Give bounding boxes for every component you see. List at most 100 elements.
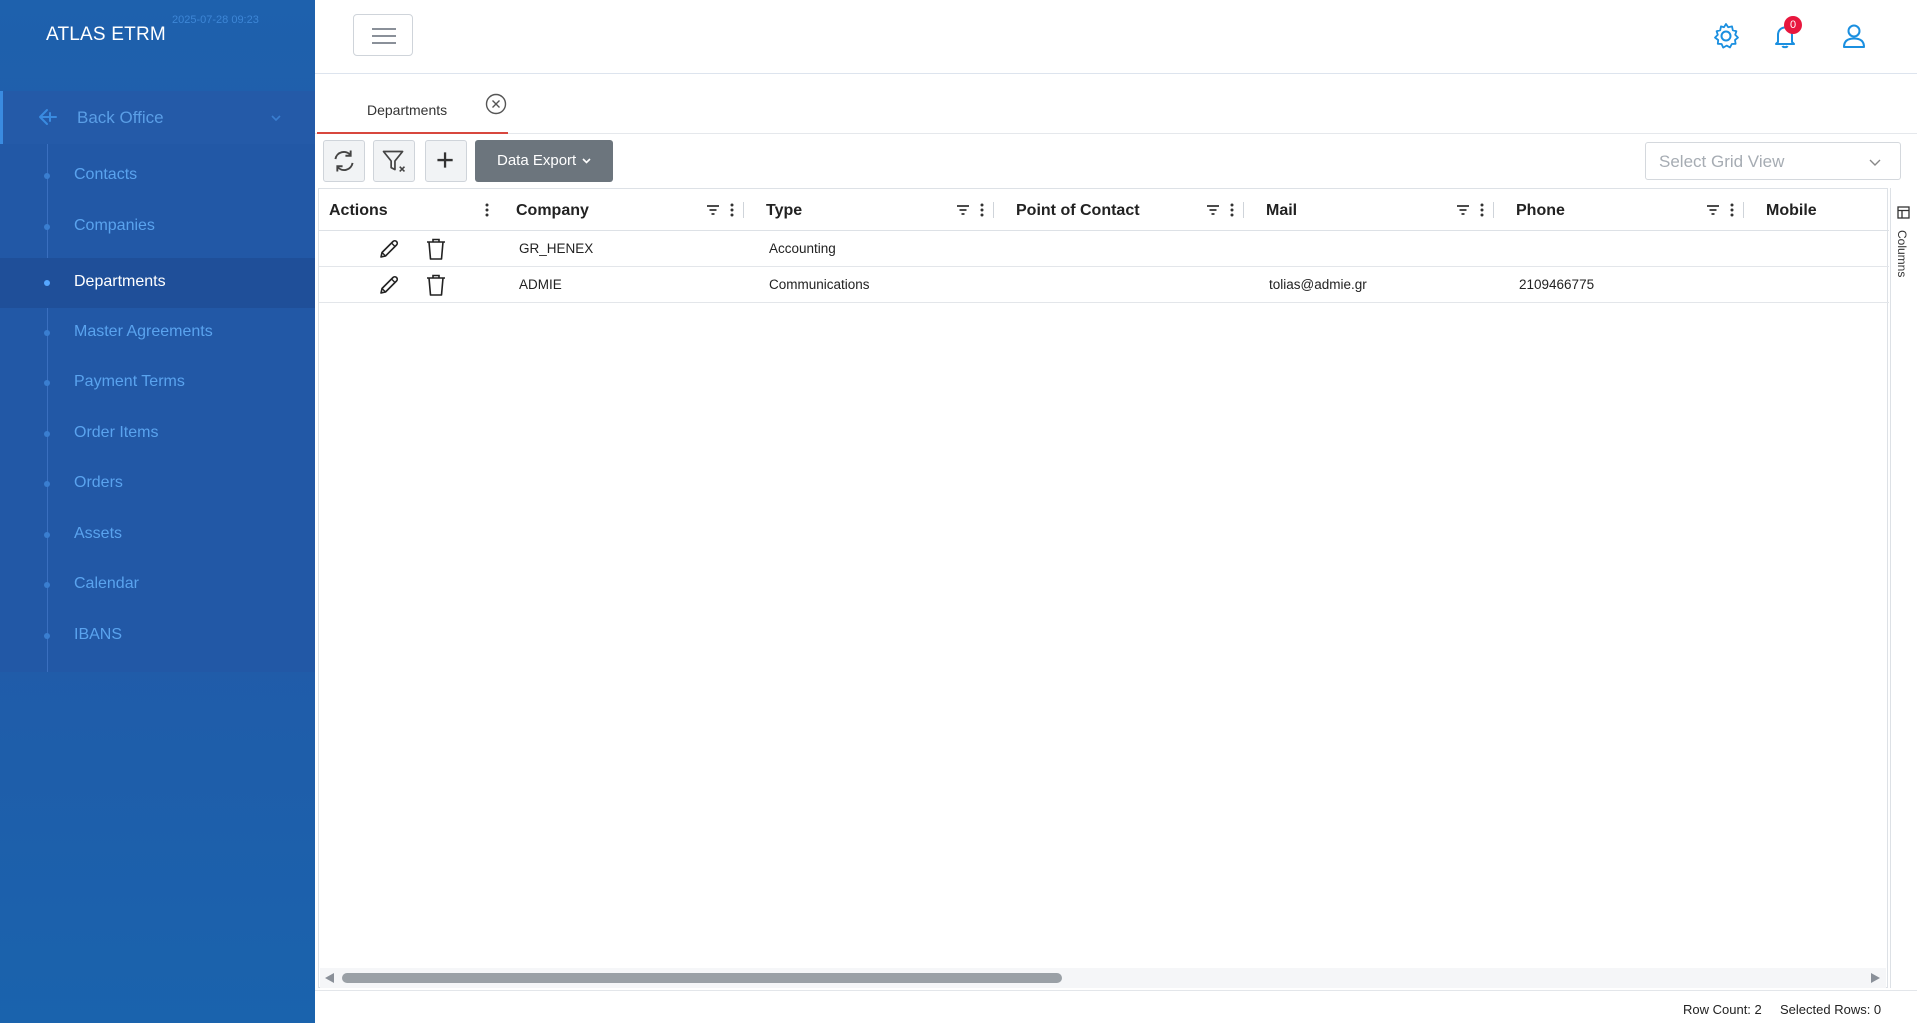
sidebar-item-label: Assets [74,525,123,542]
data-export-button[interactable]: Data Export [475,140,613,182]
filter-icon[interactable] [1456,203,1470,217]
column-header-actions[interactable]: Actions [319,189,506,231]
plus-icon [437,152,453,168]
column-menu-icon[interactable] [1230,202,1234,218]
column-menu-icon[interactable] [485,202,489,218]
cell-company: ADMIE [519,277,562,292]
delete-trash-icon[interactable] [425,237,447,261]
grid-toolbar: Data Export Select Grid View [315,134,1917,188]
sidebar-item-assets[interactable]: Assets [0,510,315,560]
menu-icon [372,28,396,30]
table-row[interactable]: ADMIE Communications tolias@admie.gr 210… [319,267,1889,303]
column-separator [993,202,994,218]
nav-section-label: Back Office [77,108,164,127]
column-header-label: Mobile [1766,202,1817,219]
menu-toggle-button[interactable] [353,14,413,56]
bullet-dot [44,330,50,336]
clear-filters-button[interactable] [373,140,415,182]
grid-view-select[interactable]: Select Grid View [1645,142,1901,180]
columns-icon [1897,206,1910,219]
tab-departments[interactable]: Departments [317,74,508,134]
bullet-dot [44,224,50,230]
bullet-dot [44,582,50,588]
sidebar-item-label: Calendar [74,575,139,592]
sidebar-item-label: Payment Terms [74,373,185,390]
gear-icon[interactable] [1710,20,1742,52]
grid-footer: Row Count: 2 Selected Rows: 0 [315,990,1917,1023]
filter-icon[interactable] [1206,203,1220,217]
column-header-label: Point of Contact [1016,202,1140,219]
top-bar: 0 [315,0,1917,74]
column-header-label: Mail [1266,202,1298,219]
sidebar-item-label: Companies [74,217,155,234]
column-header-mail[interactable]: Mail [1256,189,1507,231]
edit-pencil-icon[interactable] [377,273,401,297]
column-header-label: Phone [1516,202,1565,219]
column-header-phone[interactable]: Phone [1506,189,1757,231]
cell-type: Accounting [769,241,836,256]
horizontal-scrollbar[interactable] [320,968,1886,988]
grid-view-placeholder: Select Grid View [1659,152,1785,171]
filter-icon[interactable] [956,203,970,217]
column-header-point-of-contact[interactable]: Point of Contact [1006,189,1257,231]
bullet-dot [44,481,50,487]
bullet-dot [44,633,50,639]
row-count: Row Count: 2 [1683,1002,1762,1017]
column-menu-icon[interactable] [980,202,984,218]
column-separator [1743,202,1744,218]
sidebar-item-companies[interactable]: Companies [0,202,315,252]
nav-section-back-office[interactable]: Back Office [0,91,315,144]
selected-rows-count: Selected Rows: 0 [1780,1002,1882,1017]
back-arrow-icon [39,109,57,125]
cell-phone: 2109466775 [1519,277,1595,292]
column-header-mobile[interactable]: Mobile [1756,189,1889,231]
chevron-down-icon [582,158,591,164]
delete-trash-icon[interactable] [425,273,447,297]
cell-company: GR_HENEX [519,241,594,256]
bullet-dot [44,532,50,538]
user-icon[interactable] [1838,20,1870,52]
sidebar-item-order-items[interactable]: Order Items [0,409,315,459]
sidebar-item-departments[interactable]: Departments [0,258,315,308]
column-separator [743,202,744,218]
filter-icon[interactable] [1706,203,1720,217]
scroll-right-arrow-icon[interactable] [1871,973,1880,983]
sidebar-item-orders[interactable]: Orders [0,459,315,509]
sidebar-item-ibans[interactable]: IBANS [0,611,315,661]
columns-side-panel-tab[interactable]: Columns [1890,188,1917,988]
close-tab-icon[interactable] [485,93,507,115]
columns-panel-label: Columns [1895,230,1909,278]
column-menu-icon[interactable] [730,202,734,218]
chevron-down-icon [1869,159,1881,166]
sidebar-item-payment-terms[interactable]: Payment Terms [0,358,315,408]
add-button[interactable] [425,140,467,182]
refresh-icon [334,150,354,172]
table-row[interactable]: GR_HENEX Accounting [319,231,1889,267]
sidebar-item-master-agreements[interactable]: Master Agreements [0,308,315,358]
sidebar-item-contacts[interactable]: Contacts [0,151,315,201]
cell-mail: tolias@admie.gr [1269,277,1367,292]
scrollbar-thumb[interactable] [342,973,1062,983]
bullet-dot [44,431,50,437]
submenu: Contacts Companies Departments Master Ag… [0,144,315,672]
tab-label: Departments [367,102,448,118]
tab-strip: Departments [315,74,1917,134]
column-header-company[interactable]: Company [506,189,757,231]
sidebar-item-label: Contacts [74,166,138,183]
refresh-button[interactable] [323,140,365,182]
column-menu-icon[interactable] [1730,202,1734,218]
filter-icon[interactable] [706,203,720,217]
menu-icon-line [372,42,396,44]
edit-pencil-icon[interactable] [377,237,401,261]
scroll-left-arrow-icon[interactable] [325,973,334,983]
bullet-dot [44,380,50,386]
menu-icon-line [372,35,396,37]
column-menu-icon[interactable] [1480,202,1484,218]
sidebar-item-calendar[interactable]: Calendar [0,560,315,610]
sidebar-item-label: IBANS [74,626,123,643]
sidebar-item-label: Order Items [74,424,159,441]
app-root: ATLAS ETRM 2025-07-28 09:23 Back Office … [0,0,1917,1023]
column-header-label: Type [766,202,803,219]
column-header-label: Company [516,202,589,219]
column-header-type[interactable]: Type [756,189,1007,231]
